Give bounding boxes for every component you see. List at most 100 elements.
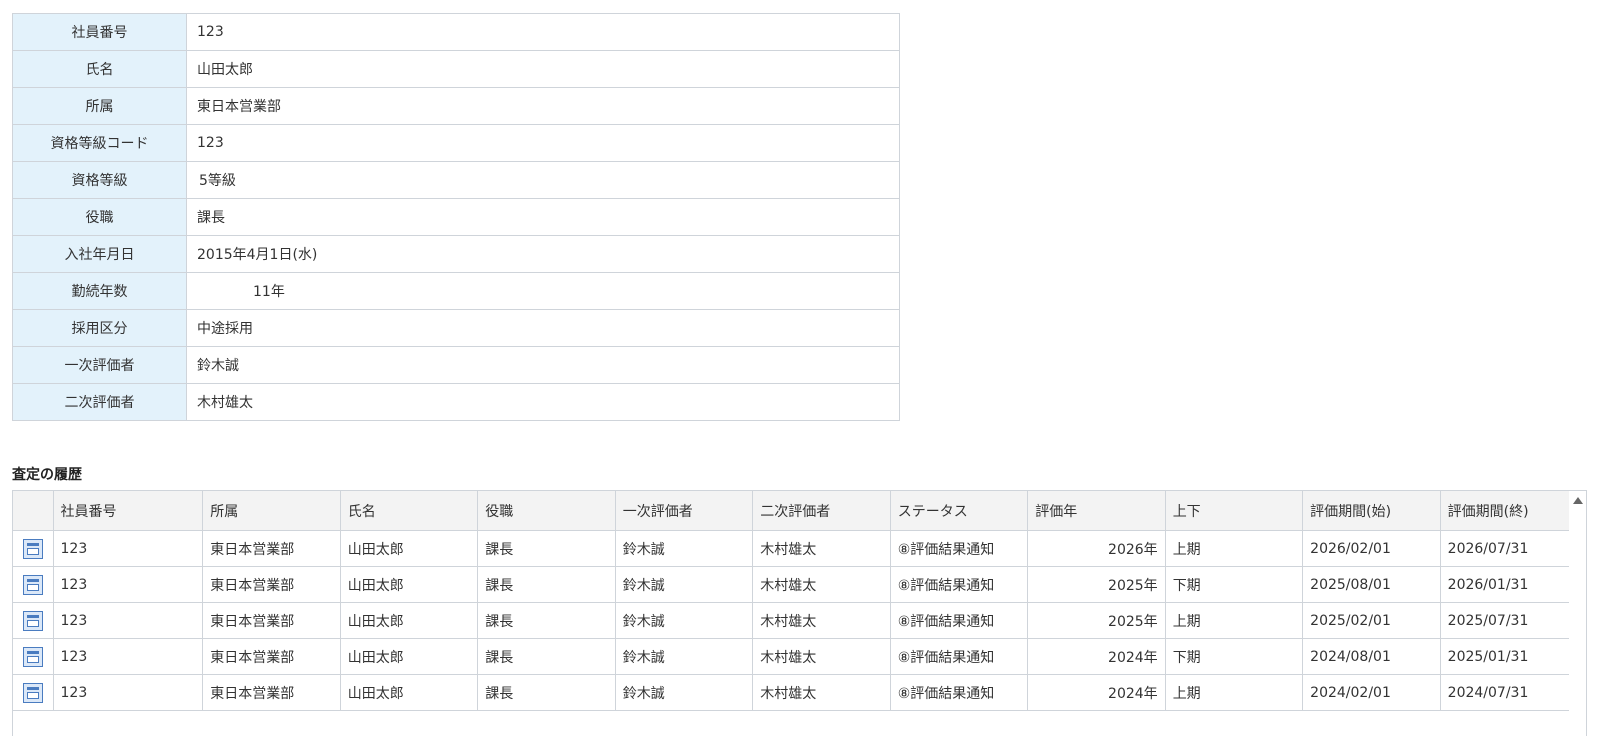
half-cell: 上期 <box>1165 530 1304 567</box>
primary-evaluator-cell: 鈴木誠 <box>615 566 754 603</box>
employee-id-cell: 123 <box>53 566 204 603</box>
info-value: 山田太郎 <box>186 50 900 88</box>
detail-form-icon[interactable] <box>22 610 43 631</box>
secondary-evaluator-cell: 木村雄太 <box>752 530 891 567</box>
employee-id-cell: 123 <box>53 638 204 675</box>
info-value: 木村雄太 <box>186 383 900 421</box>
position-cell: 課長 <box>477 674 616 711</box>
secondary-evaluator-cell: 木村雄太 <box>752 638 891 675</box>
period-end-cell: 2026/01/31 <box>1440 566 1572 603</box>
detail-form-icon[interactable] <box>22 682 43 703</box>
half-cell: 上期 <box>1165 602 1304 639</box>
column-header[interactable]: 二次評価者 <box>752 491 891 531</box>
scroll-up-arrow-icon[interactable] <box>1573 497 1583 504</box>
info-row-primary-evaluator: 一次評価者 鈴木誠 <box>12 346 900 384</box>
column-header[interactable]: 社員番号 <box>53 491 204 531</box>
table-row[interactable]: 123 東日本営業部 山田太郎 課長 鈴木誠 木村雄太 ⑧評価結果通知 2025年 下期 2025… <box>13 566 1572 603</box>
primary-evaluator-cell: 鈴木誠 <box>615 530 754 567</box>
status-cell: ⑧評価結果通知 <box>890 638 1029 675</box>
table-row[interactable]: 123 東日本営業部 山田太郎 課長 鈴木誠 木村雄太 ⑧評価結果通知 2025年 上期 2025… <box>13 602 1572 639</box>
employee-info-table: 社員番号 123 氏名 山田太郎 所属 東日本営業部 資格等級コード 123 資… <box>12 13 900 421</box>
column-header[interactable]: 評価期間(終) <box>1440 491 1572 531</box>
info-row-name: 氏名 山田太郎 <box>12 50 900 88</box>
period-start-cell: 2026/02/01 <box>1302 530 1441 567</box>
period-start-cell: 2024/08/01 <box>1302 638 1441 675</box>
primary-evaluator-cell: 鈴木誠 <box>615 674 754 711</box>
column-header[interactable]: 所属 <box>202 491 341 531</box>
primary-evaluator-cell: 鈴木誠 <box>615 638 754 675</box>
half-cell: 下期 <box>1165 566 1304 603</box>
evaluation-year-cell: 2025年 <box>1027 566 1166 603</box>
info-label: 資格等級 <box>12 161 187 199</box>
table-row[interactable]: 123 東日本営業部 山田太郎 課長 鈴木誠 木村雄太 ⑧評価結果通知 2026年 上期 2026… <box>13 530 1572 567</box>
position-cell: 課長 <box>477 602 616 639</box>
position-cell: 課長 <box>477 530 616 567</box>
department-cell: 東日本営業部 <box>202 674 341 711</box>
table-row[interactable]: 123 東日本営業部 山田太郎 課長 鈴木誠 木村雄太 ⑧評価結果通知 2024年 下期 2024… <box>13 638 1572 675</box>
status-cell: ⑧評価結果通知 <box>890 566 1029 603</box>
column-header[interactable]: 一次評価者 <box>615 491 754 531</box>
detail-form-icon[interactable] <box>22 646 43 667</box>
info-label: 所属 <box>12 87 187 125</box>
info-label: 勤続年数 <box>12 272 187 310</box>
column-header[interactable]: 評価年 <box>1027 491 1166 531</box>
info-row-hire-date: 入社年月日 2015年4月1日(水) <box>12 235 900 273</box>
column-header[interactable]: 評価期間(始) <box>1302 491 1441 531</box>
department-cell: 東日本営業部 <box>202 530 341 567</box>
name-cell: 山田太郎 <box>340 602 479 639</box>
column-header[interactable]: 上下 <box>1165 491 1304 531</box>
info-value: 東日本営業部 <box>186 87 900 125</box>
vertical-scrollbar[interactable] <box>1569 491 1586 736</box>
department-cell: 東日本営業部 <box>202 638 341 675</box>
info-label: 採用区分 <box>12 309 187 347</box>
info-row-department: 所属 東日本営業部 <box>12 87 900 125</box>
name-cell: 山田太郎 <box>340 566 479 603</box>
history-table: 社員番号 所属 氏名 役職 一次評価者 二次評価者 ステータス 評価年 上下 評… <box>13 491 1572 711</box>
info-row-grade: 資格等級 5等級 <box>12 161 900 199</box>
evaluation-year-cell: 2026年 <box>1027 530 1166 567</box>
row-detail-cell <box>13 530 54 567</box>
history-header-row: 社員番号 所属 氏名 役職 一次評価者 二次評価者 ステータス 評価年 上下 評… <box>13 491 1572 531</box>
secondary-evaluator-cell: 木村雄太 <box>752 566 891 603</box>
row-detail-cell <box>13 602 54 639</box>
status-cell: ⑧評価結果通知 <box>890 674 1029 711</box>
info-label: 社員番号 <box>12 13 187 51</box>
info-label: 二次評価者 <box>12 383 187 421</box>
info-label: 氏名 <box>12 50 187 88</box>
period-end-cell: 2025/01/31 <box>1440 638 1572 675</box>
history-section-title: 査定の履歴 <box>12 467 82 483</box>
period-start-cell: 2025/02/01 <box>1302 602 1441 639</box>
row-detail-cell <box>13 674 54 711</box>
info-row-years-of-service: 勤続年数 11年 <box>12 272 900 310</box>
secondary-evaluator-cell: 木村雄太 <box>752 602 891 639</box>
row-detail-cell <box>13 638 54 675</box>
info-row-hiring-type: 採用区分 中途採用 <box>12 309 900 347</box>
evaluation-year-cell: 2024年 <box>1027 638 1166 675</box>
info-row-secondary-evaluator: 二次評価者 木村雄太 <box>12 383 900 421</box>
name-cell: 山田太郎 <box>340 530 479 567</box>
column-header[interactable]: 役職 <box>477 491 616 531</box>
info-value: 123 <box>186 124 900 162</box>
status-cell: ⑧評価結果通知 <box>890 602 1029 639</box>
half-cell: 下期 <box>1165 638 1304 675</box>
column-header[interactable]: ステータス <box>890 491 1029 531</box>
name-cell: 山田太郎 <box>340 638 479 675</box>
position-cell: 課長 <box>477 566 616 603</box>
period-start-cell: 2025/08/01 <box>1302 566 1441 603</box>
detail-form-icon[interactable] <box>22 574 43 595</box>
name-cell: 山田太郎 <box>340 674 479 711</box>
half-cell: 上期 <box>1165 674 1304 711</box>
info-label: 役職 <box>12 198 187 236</box>
secondary-evaluator-cell: 木村雄太 <box>752 674 891 711</box>
period-end-cell: 2026/07/31 <box>1440 530 1572 567</box>
status-cell: ⑧評価結果通知 <box>890 530 1029 567</box>
employee-id-cell: 123 <box>53 674 204 711</box>
column-header[interactable]: 氏名 <box>340 491 479 531</box>
detail-form-icon[interactable] <box>22 538 43 559</box>
primary-evaluator-cell: 鈴木誠 <box>615 602 754 639</box>
period-end-cell: 2024/07/31 <box>1440 674 1572 711</box>
row-detail-cell <box>13 566 54 603</box>
info-label: 入社年月日 <box>12 235 187 273</box>
employee-id-cell: 123 <box>53 530 204 567</box>
table-row[interactable]: 123 東日本営業部 山田太郎 課長 鈴木誠 木村雄太 ⑧評価結果通知 2024年 上期 2024… <box>13 674 1572 711</box>
